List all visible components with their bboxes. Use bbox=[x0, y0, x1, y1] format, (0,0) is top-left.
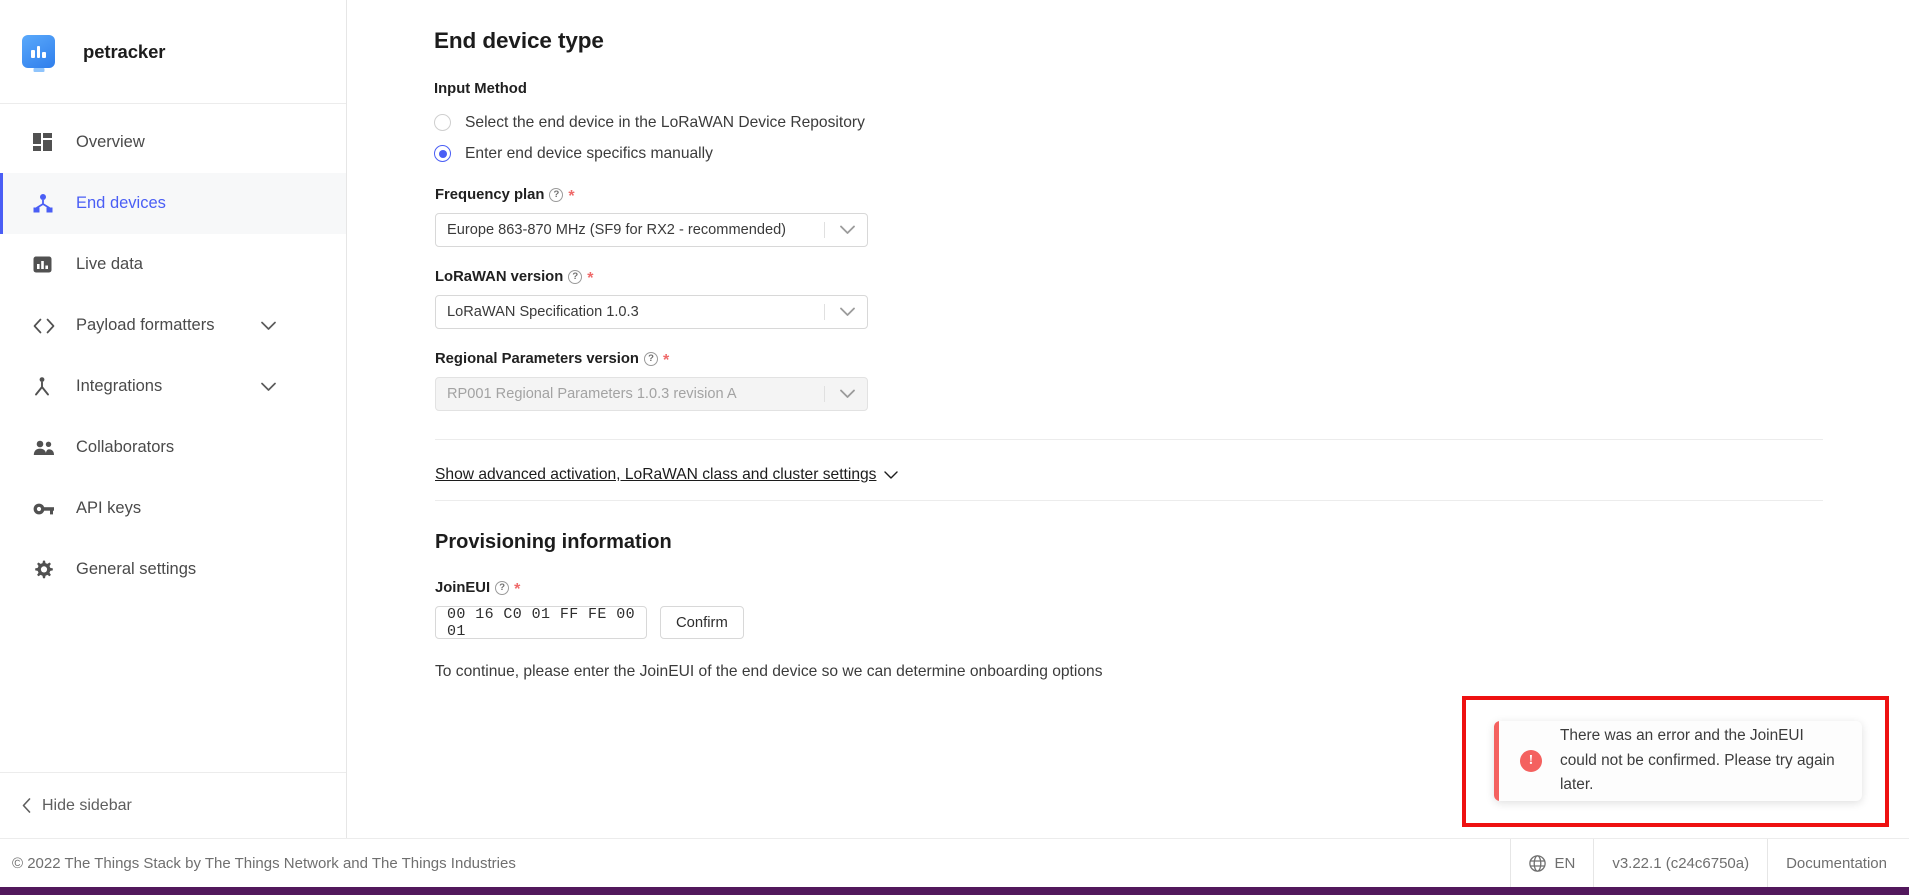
chevron-down-icon bbox=[884, 471, 899, 479]
confirm-button[interactable]: Confirm bbox=[660, 606, 744, 639]
gear-icon bbox=[33, 559, 59, 581]
chevron-down-icon bbox=[840, 389, 855, 399]
sidebar-item-label: Integrations bbox=[76, 377, 163, 395]
code-brackets-icon bbox=[33, 315, 59, 337]
radio-option-device-repository[interactable]: Select the end device in the LoRaWAN Dev… bbox=[434, 107, 1909, 138]
sidebar-item-label: End devices bbox=[76, 194, 166, 212]
lorawan-version-label: LoRaWAN version ? * bbox=[435, 269, 1909, 287]
required-marker: * bbox=[568, 188, 575, 205]
advanced-settings-row: Show advanced activation, LoRaWAN class … bbox=[434, 440, 1909, 488]
hide-sidebar-button[interactable]: Hide sidebar bbox=[0, 772, 346, 838]
input-method-label-text: Input Method bbox=[434, 81, 527, 97]
chevron-down-icon[interactable] bbox=[840, 225, 855, 235]
language-label: EN bbox=[1554, 854, 1576, 872]
sidebar-nav: Overview End devices Live data Payload f… bbox=[0, 104, 346, 600]
lorawan-version-value: LoRaWAN Specification 1.0.3 bbox=[447, 304, 639, 320]
bar-chart-icon bbox=[33, 254, 59, 276]
chevron-down-icon[interactable] bbox=[261, 321, 276, 330]
device-tree-icon bbox=[33, 193, 59, 215]
joineui-hint: To continue, please enter the JoinEUI of… bbox=[435, 663, 1103, 680]
input-method-label: Input Method bbox=[434, 81, 1909, 97]
sidebar-item-label: Payload formatters bbox=[76, 316, 215, 334]
sidebar-item-integrations[interactable]: Integrations bbox=[0, 356, 346, 417]
select-separator bbox=[824, 222, 825, 238]
question-circle-icon[interactable]: ? bbox=[643, 352, 658, 366]
error-exclamation-icon: ! bbox=[1520, 750, 1542, 772]
lorawan-version-group: LoRaWAN version ? * LoRaWAN Specificatio… bbox=[435, 269, 1909, 329]
sidebar-item-label: Overview bbox=[76, 133, 145, 151]
joineui-label-text: JoinEUI bbox=[435, 580, 491, 596]
show-advanced-settings-label: Show advanced activation, LoRaWAN class … bbox=[435, 466, 877, 483]
select-separator bbox=[824, 386, 825, 402]
chevron-left-icon bbox=[22, 798, 31, 813]
divider-bottom bbox=[435, 500, 1823, 501]
joineui-row: 00 16 C0 01 FF FE 00 01 Confirm bbox=[435, 606, 1909, 640]
radio-icon-selected bbox=[434, 145, 451, 162]
frequency-plan-select[interactable]: Europe 863-870 MHz (SF9 for RX2 - recomm… bbox=[435, 213, 868, 247]
radio-label: Enter end device specifics manually bbox=[465, 144, 713, 162]
joineui-input[interactable]: 00 16 C0 01 FF FE 00 01 bbox=[435, 606, 647, 640]
regional-parameters-label: Regional Parameters version ? * bbox=[435, 351, 1909, 369]
lorawan-version-label-text: LoRaWAN version bbox=[435, 269, 564, 285]
copyright-text: © 2022 The Things Stack by The Things Ne… bbox=[12, 854, 516, 872]
brand-name: petracker bbox=[83, 40, 166, 62]
sidebar-item-label: General settings bbox=[76, 560, 197, 578]
globe-icon bbox=[1529, 854, 1547, 872]
frequency-plan-label-text: Frequency plan bbox=[435, 187, 545, 203]
regional-parameters-select: RP001 Regional Parameters 1.0.3 revision… bbox=[435, 377, 868, 411]
select-separator bbox=[824, 304, 825, 320]
page-title: End device type bbox=[434, 28, 604, 53]
question-circle-icon[interactable]: ? bbox=[549, 188, 564, 202]
sidebar-item-general-settings[interactable]: General settings bbox=[0, 539, 346, 600]
regional-parameters-label-text: Regional Parameters version bbox=[435, 351, 639, 367]
question-circle-icon[interactable]: ? bbox=[568, 270, 583, 284]
sidebar-item-payload-formatters[interactable]: Payload formatters bbox=[0, 295, 346, 356]
sidebar-item-collaborators[interactable]: Collaborators bbox=[0, 417, 346, 478]
provisioning-title: Provisioning information bbox=[435, 531, 672, 553]
required-marker: * bbox=[514, 581, 521, 598]
sidebar: petracker Overview End devices Live data bbox=[0, 0, 347, 838]
integration-icon bbox=[33, 376, 59, 398]
brand-header[interactable]: petracker bbox=[0, 0, 346, 104]
required-marker: * bbox=[587, 270, 594, 287]
question-circle-icon[interactable]: ? bbox=[495, 581, 510, 595]
chevron-down-icon[interactable] bbox=[261, 382, 276, 391]
regional-parameters-value: RP001 Regional Parameters 1.0.3 revision… bbox=[447, 386, 737, 402]
frequency-plan-label: Frequency plan ? * bbox=[435, 187, 1909, 205]
joineui-label: JoinEUI ? * bbox=[435, 580, 1909, 598]
regional-parameters-group: Regional Parameters version ? * RP001 Re… bbox=[435, 351, 1909, 411]
required-marker: * bbox=[662, 352, 670, 369]
show-advanced-settings-link[interactable]: Show advanced activation, LoRaWAN class … bbox=[435, 466, 899, 484]
radio-icon bbox=[434, 114, 451, 131]
footer-links: EN v3.22.1 (c24c6750a) Documentation bbox=[1510, 839, 1909, 887]
language-selector[interactable]: EN bbox=[1510, 839, 1593, 887]
sidebar-item-label: Live data bbox=[76, 255, 143, 273]
people-icon bbox=[33, 437, 59, 459]
sidebar-item-label: Collaborators bbox=[76, 438, 175, 456]
key-icon bbox=[33, 498, 59, 520]
chevron-down-icon[interactable] bbox=[840, 307, 855, 317]
app-root: petracker Overview End devices Live data bbox=[0, 0, 1909, 895]
lorawan-version-select[interactable]: LoRaWAN Specification 1.0.3 bbox=[435, 295, 868, 329]
monitor-chart-icon bbox=[22, 35, 55, 68]
hide-sidebar-label: Hide sidebar bbox=[42, 796, 132, 814]
version-label: v3.22.1 (c24c6750a) bbox=[1593, 839, 1767, 887]
sidebar-item-label: API keys bbox=[76, 499, 142, 517]
radio-option-manual[interactable]: Enter end device specifics manually bbox=[434, 138, 1909, 169]
toast-message: There was an error and the JoinEUI could… bbox=[1560, 727, 1835, 794]
documentation-link[interactable]: Documentation bbox=[1767, 839, 1909, 887]
error-toast[interactable]: ! There was an error and the JoinEUI cou… bbox=[1494, 721, 1862, 801]
grid-icon bbox=[33, 132, 59, 154]
footer: © 2022 The Things Stack by The Things Ne… bbox=[0, 838, 1909, 887]
sidebar-item-end-devices[interactable]: End devices bbox=[0, 173, 346, 234]
frequency-plan-group: Frequency plan ? * Europe 863-870 MHz (S… bbox=[435, 187, 1909, 247]
sidebar-item-api-keys[interactable]: API keys bbox=[0, 478, 346, 539]
sidebar-item-live-data[interactable]: Live data bbox=[0, 234, 346, 295]
radio-label: Select the end device in the LoRaWAN Dev… bbox=[465, 113, 865, 131]
bottom-accent-bar bbox=[0, 887, 1909, 895]
frequency-plan-value: Europe 863-870 MHz (SF9 for RX2 - recomm… bbox=[447, 222, 787, 238]
sidebar-item-overview[interactable]: Overview bbox=[0, 112, 346, 173]
